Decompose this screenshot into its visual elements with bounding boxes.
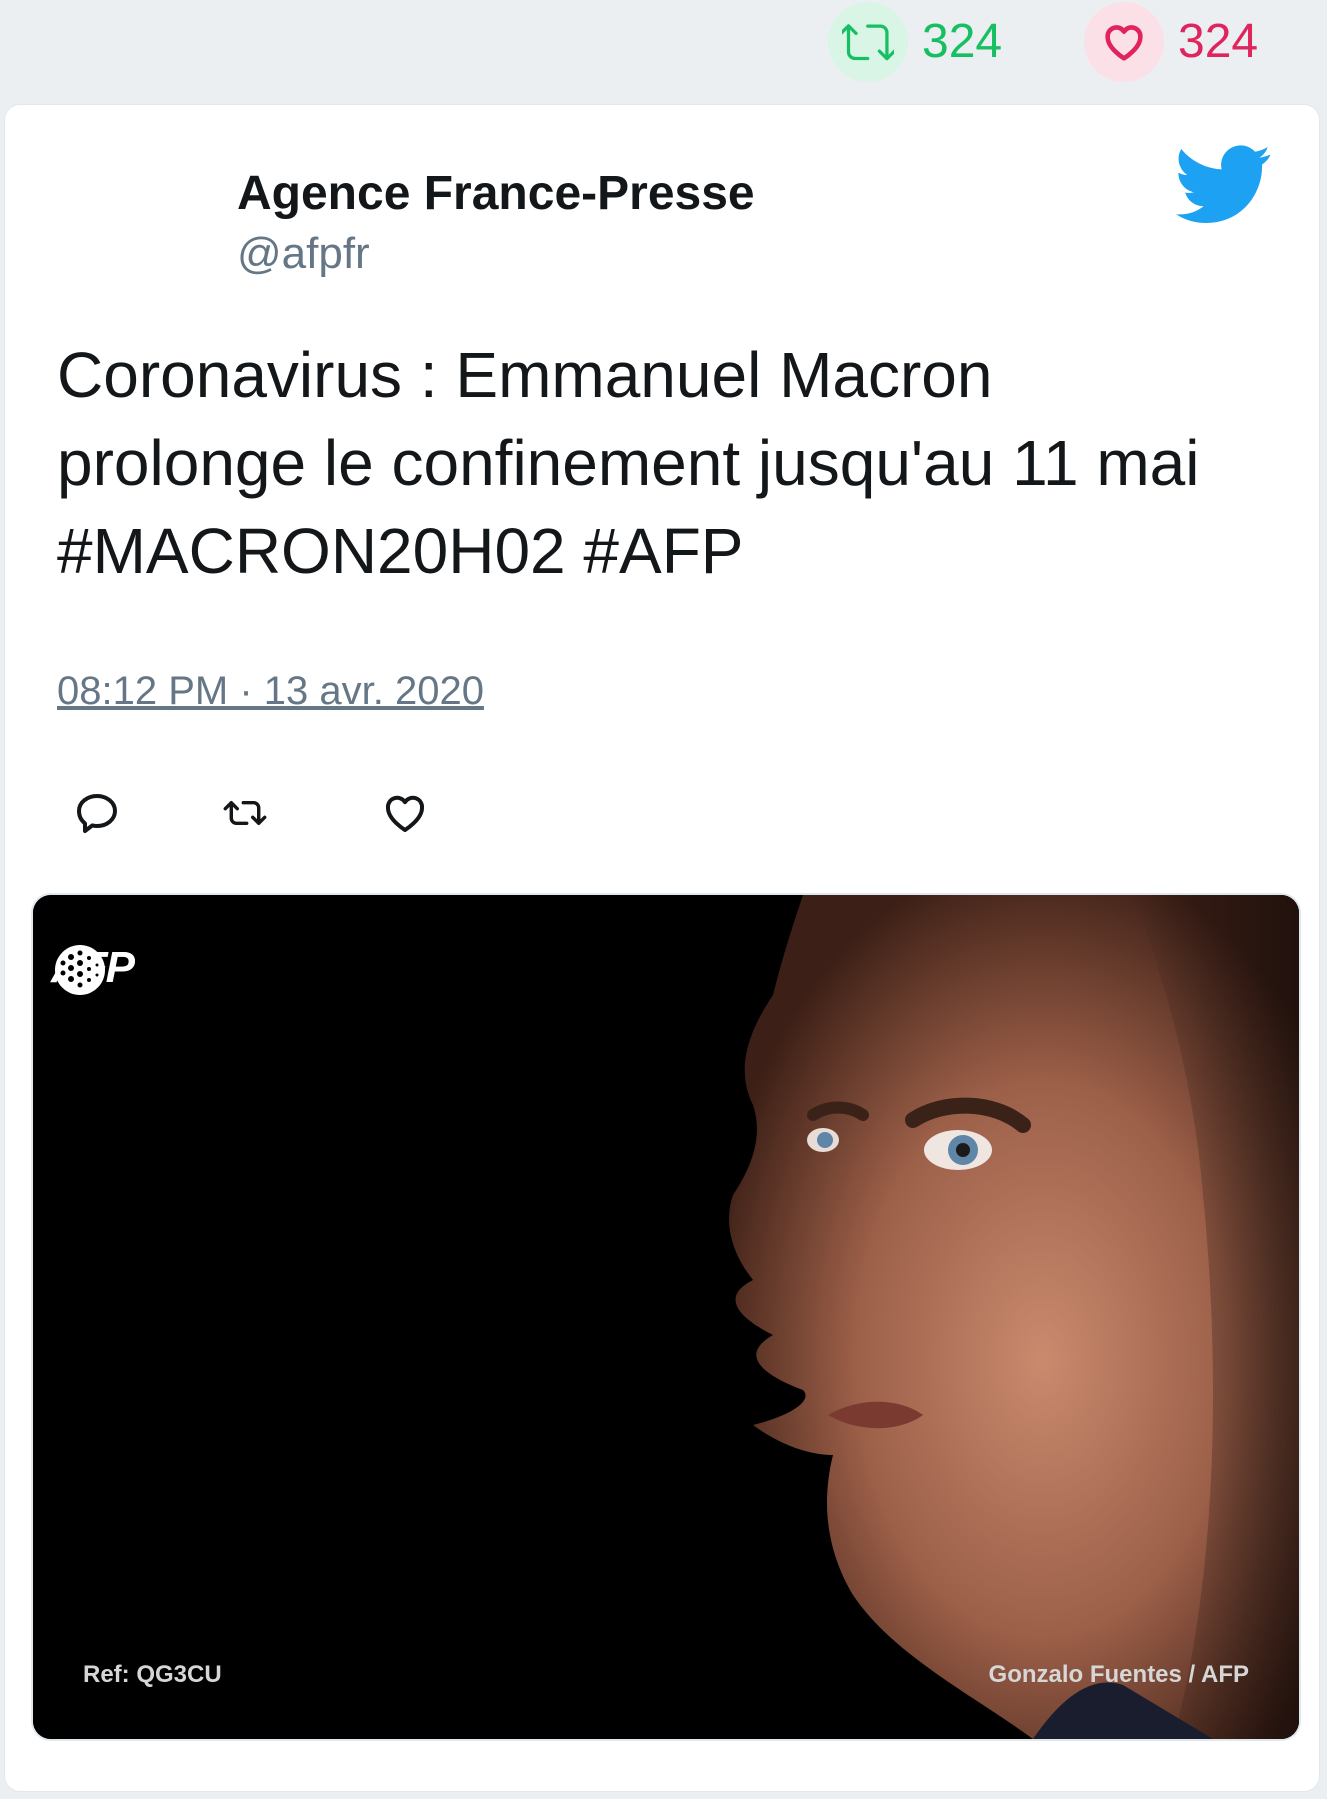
retweet-count: 324 [922,15,1003,68]
photo-credit: Gonzalo Fuentes / AFP [988,1661,1249,1688]
tweet-card: Agence France-Presse @afpfr Coronavirus … [4,104,1320,1792]
tweet-actions [73,789,429,837]
tweet-photo[interactable]: AFP Ref: QG3CU Gonzalo Fuentes / AFP [31,893,1301,1741]
author-handle[interactable]: @afpfr [237,225,755,282]
heart-icon[interactable] [381,789,429,837]
like-stat[interactable]: 324 [1084,2,1258,82]
tweet-text-line: Coronavirus : Emmanuel Macron [57,339,993,411]
tweet-text-line: prolonge le confinement jusqu'au 11 mai [57,427,1200,499]
tweet-author[interactable]: Agence France-Presse @afpfr [237,165,755,282]
twitter-bird-icon[interactable] [1176,145,1272,225]
retweet-stat[interactable]: 324 [828,2,1002,82]
afp-globe-icon [55,945,105,995]
photo-reference: Ref: QG3CU [83,1661,222,1688]
heart-icon[interactable] [1084,2,1164,82]
reply-icon[interactable] [73,789,121,837]
engagement-bar: 324 324 [0,0,1327,100]
portrait-photo [33,895,1299,1739]
retweet-icon[interactable] [221,789,269,837]
afp-logo: AFP [51,943,135,995]
tweet-timestamp-link[interactable]: 08:12 PM · 13 avr. 2020 [57,669,484,714]
tweet-text: Coronavirus : Emmanuel Macron prolonge l… [57,331,1277,595]
author-name[interactable]: Agence France-Presse [237,165,755,223]
tweet-text-line[interactable]: #MACRON20H02 #AFP [57,507,1277,595]
retweet-icon[interactable] [828,2,908,82]
like-count: 324 [1178,15,1259,68]
